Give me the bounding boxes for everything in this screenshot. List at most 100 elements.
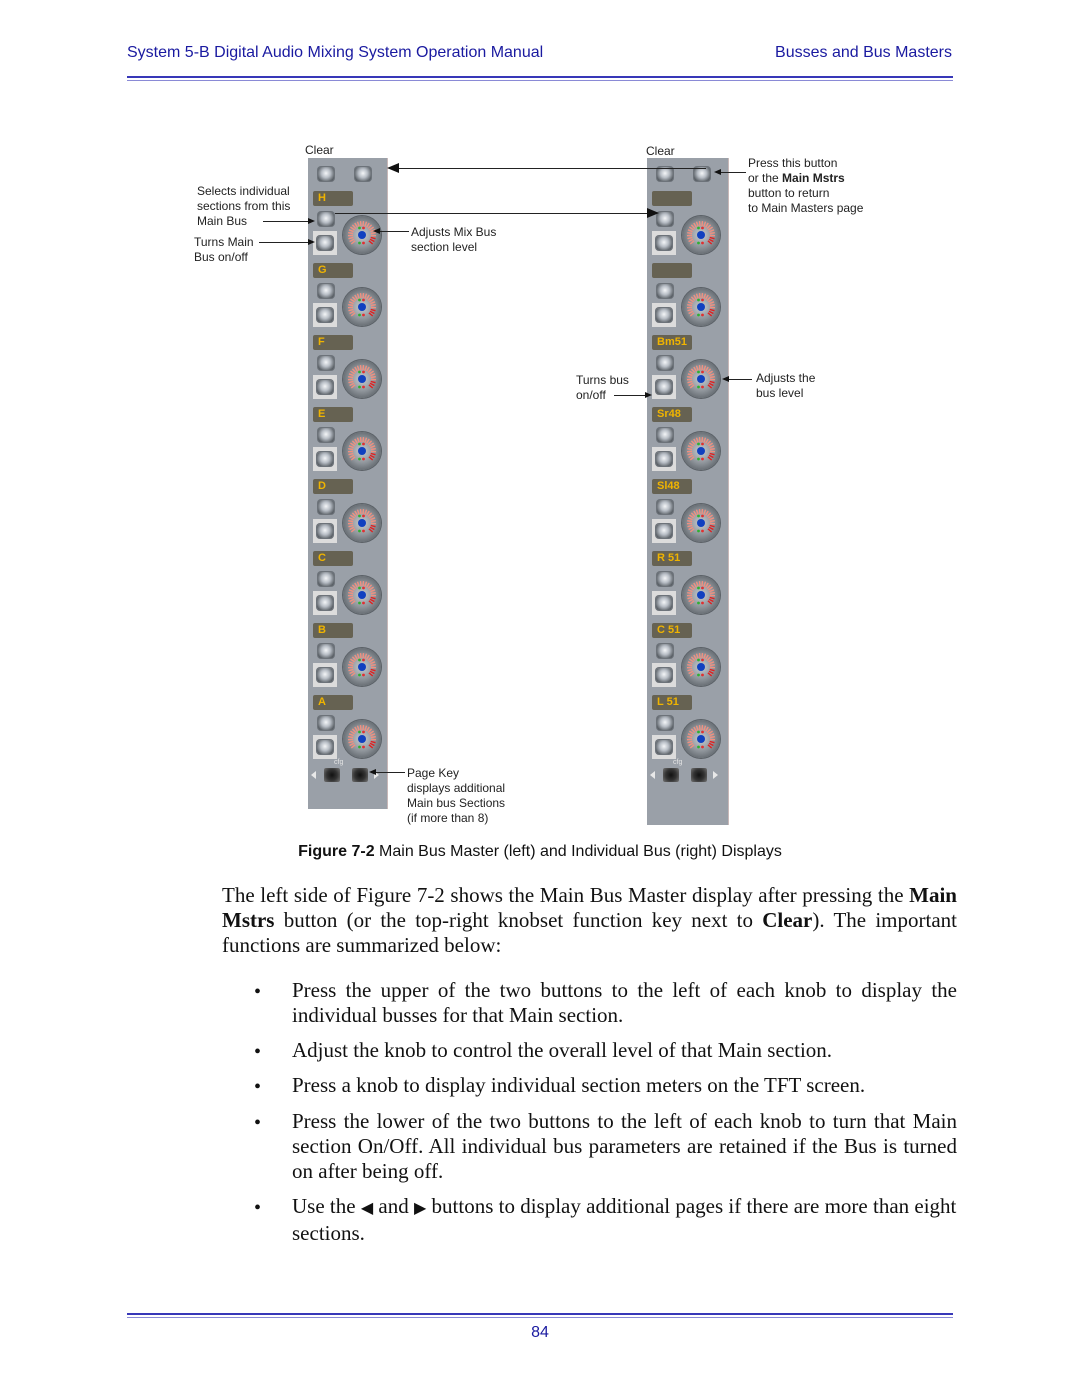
right-section-label: [652, 263, 692, 278]
right-page-left-button[interactable]: [663, 768, 679, 782]
left-select-button[interactable]: [318, 716, 334, 730]
bullet-item: Use the ◀ and ▶ buttons to display addit…: [292, 1194, 957, 1245]
left-select-button[interactable]: [318, 284, 334, 298]
on-off-button-cap: [656, 236, 672, 250]
bullet-item: Press the lower of the two buttons to th…: [292, 1109, 957, 1183]
left-on-off-button[interactable]: [313, 231, 337, 255]
left-section-label: F: [313, 335, 353, 350]
right-level-knob[interactable]: [682, 360, 720, 398]
page-left-icon: ◀: [360, 1200, 374, 1217]
right-level-knob[interactable]: [682, 288, 720, 326]
right-clear-button[interactable]: [657, 167, 673, 181]
left-on-off-button[interactable]: [313, 519, 337, 543]
arrow-right-icon: [308, 239, 315, 245]
left-level-knob[interactable]: [343, 432, 381, 470]
right-select-button[interactable]: [657, 428, 673, 442]
right-level-knob[interactable]: [682, 720, 720, 758]
page-right-icon: [713, 771, 718, 779]
clear-arrow-line: [398, 168, 706, 169]
right-select-button[interactable]: [657, 500, 673, 514]
bullet-item: Press a knob to display individual secti…: [292, 1073, 866, 1097]
left-clear-button[interactable]: [318, 167, 334, 181]
right-level-knob[interactable]: [682, 432, 720, 470]
left-section-label: B: [313, 623, 353, 638]
left-level-knob[interactable]: [343, 288, 381, 326]
left-page-left-button[interactable]: [324, 768, 340, 782]
individual-bus-panel: Bm51 Sr48 Sl48 R 51 C 51 L 51 cfg: [647, 158, 729, 825]
right-select-button[interactable]: [657, 572, 673, 586]
on-off-button-cap: [656, 452, 672, 466]
right-on-off-button[interactable]: [652, 447, 676, 471]
right-select-button[interactable]: [657, 356, 673, 370]
left-select-button[interactable]: [318, 356, 334, 370]
left-on-off-button[interactable]: [313, 735, 337, 759]
left-on-off-button[interactable]: [313, 591, 337, 615]
left-function-key[interactable]: [355, 167, 371, 181]
right-select-button[interactable]: [657, 716, 673, 730]
arrow-right-icon: [645, 392, 652, 398]
left-on-off-button[interactable]: [313, 447, 337, 471]
right-section-label: [652, 191, 692, 206]
right-level-knob[interactable]: [682, 648, 720, 686]
left-section-label: A: [313, 695, 353, 710]
turns-bus-arrow-line: [614, 395, 645, 396]
page-right-icon: ▶: [413, 1200, 427, 1217]
right-select-button[interactable]: [657, 212, 673, 226]
header-rule-thin: [127, 80, 953, 81]
right-on-off-button[interactable]: [652, 231, 676, 255]
left-select-button[interactable]: [318, 212, 334, 226]
right-on-off-button[interactable]: [652, 735, 676, 759]
left-level-knob[interactable]: [343, 216, 381, 254]
footer-rule-thin: [127, 1317, 953, 1318]
figure-caption: Figure 7-2 Main Bus Master (left) and In…: [298, 843, 782, 860]
right-level-knob[interactable]: [682, 216, 720, 254]
on-off-button-cap: [317, 380, 333, 394]
left-level-knob[interactable]: [343, 360, 381, 398]
right-function-key[interactable]: [694, 167, 710, 181]
turns-main-arrow-line: [259, 242, 308, 243]
right-on-off-button[interactable]: [652, 591, 676, 615]
arrow-right-icon: [308, 218, 315, 224]
on-off-button-cap: [317, 308, 333, 322]
left-page-right-button[interactable]: [352, 768, 368, 782]
adjusts-mix-note: Adjusts Mix Bus section level: [411, 225, 497, 254]
left-section-label: C: [313, 551, 353, 566]
right-section-label: C 51: [652, 623, 692, 638]
left-select-button[interactable]: [318, 572, 334, 586]
bullet-marker: •: [254, 1197, 262, 1219]
right-on-off-button[interactable]: [652, 663, 676, 687]
section-title: Busses and Bus Masters: [775, 44, 952, 61]
on-off-button-cap: [317, 596, 333, 610]
left-on-off-button[interactable]: [313, 375, 337, 399]
manual-title: System 5-B Digital Audio Mixing System O…: [127, 44, 544, 61]
right-on-off-button[interactable]: [652, 519, 676, 543]
right-on-off-button[interactable]: [652, 303, 676, 327]
turns-main-note: Turns Main Bus on/off: [194, 235, 254, 264]
right-level-knob[interactable]: [682, 504, 720, 542]
left-section-label: E: [313, 407, 353, 422]
left-level-knob[interactable]: [343, 720, 381, 758]
left-level-knob[interactable]: [343, 504, 381, 542]
on-off-button-cap: [656, 740, 672, 754]
right-level-knob[interactable]: [682, 576, 720, 614]
right-select-button[interactable]: [657, 644, 673, 658]
left-level-knob[interactable]: [343, 648, 381, 686]
right-section-label: Bm51: [652, 335, 692, 350]
bullet-marker: •: [254, 1041, 262, 1063]
on-off-button-cap: [317, 668, 333, 682]
right-on-off-button[interactable]: [652, 375, 676, 399]
bullet-marker: •: [254, 1076, 262, 1098]
left-on-off-button[interactable]: [313, 663, 337, 687]
selects-individual-note: Selects individual sections from this Ma…: [197, 184, 291, 228]
footer-rule: [127, 1313, 953, 1315]
left-on-off-button[interactable]: [313, 303, 337, 327]
bullet-item: Adjust the knob to control the overall l…: [292, 1038, 833, 1062]
right-section-label: Sl48: [652, 479, 692, 494]
left-select-button[interactable]: [318, 644, 334, 658]
left-select-button[interactable]: [318, 500, 334, 514]
right-select-button[interactable]: [657, 284, 673, 298]
left-level-knob[interactable]: [343, 576, 381, 614]
left-clear-label: Clear: [305, 143, 334, 157]
left-select-button[interactable]: [318, 428, 334, 442]
right-page-right-button[interactable]: [691, 768, 707, 782]
